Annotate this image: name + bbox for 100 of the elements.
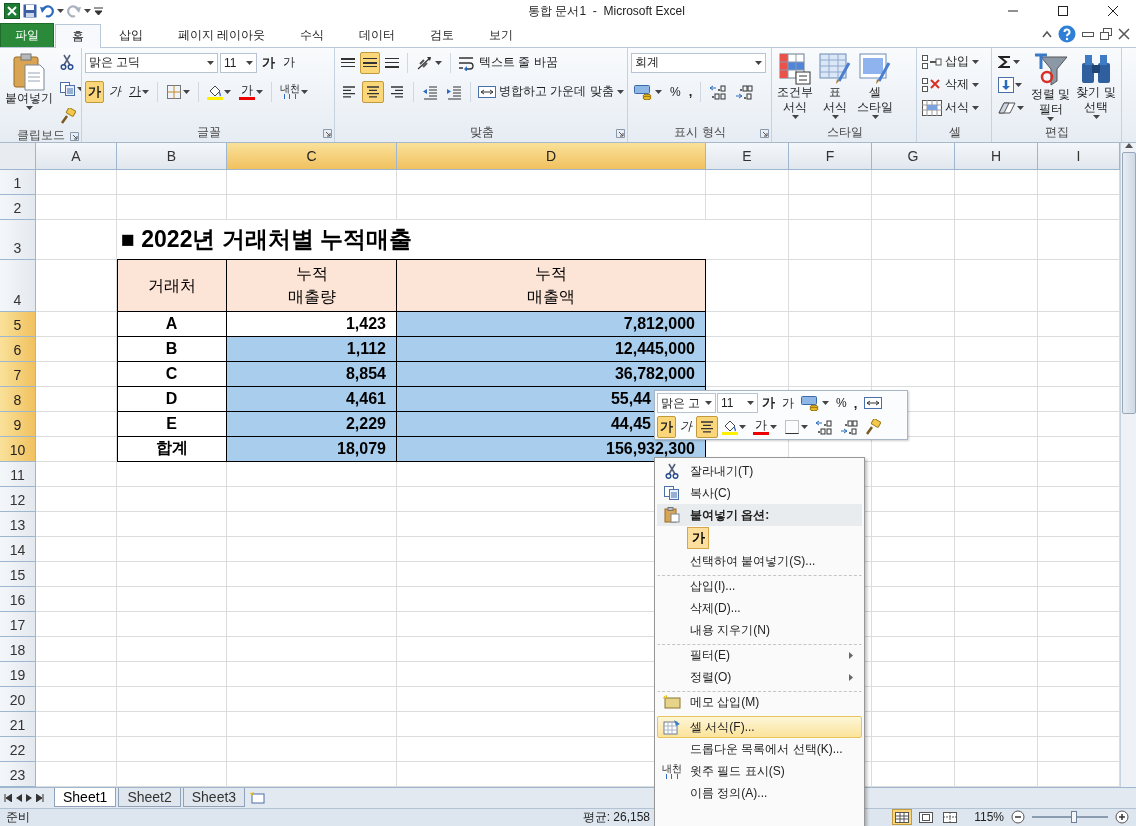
grid-cell[interactable] [706, 219, 789, 260]
menu-item[interactable]: 셀 서식(F)... [657, 716, 862, 738]
sheet-tab[interactable]: Sheet2 [118, 788, 181, 808]
row-header[interactable]: 17 [0, 611, 36, 637]
grid-cell[interactable] [706, 169, 789, 195]
view-button[interactable] [892, 809, 913, 825]
grid-cell[interactable] [36, 219, 117, 260]
zoom-in-button[interactable] [1112, 809, 1132, 825]
column-header[interactable]: B [117, 142, 227, 170]
grid-cell[interactable] [117, 461, 227, 487]
grow-font-button[interactable]: 가 [259, 51, 278, 74]
sheet-tab[interactable]: Sheet1 [54, 788, 117, 808]
row-header[interactable]: 2 [0, 194, 36, 220]
grid-cell[interactable] [117, 636, 227, 662]
grid-cell[interactable] [789, 169, 872, 195]
grid-cell[interactable] [872, 194, 955, 220]
table-cell[interactable]: 36,782,000 [397, 361, 706, 387]
conditional-format-button[interactable]: 조건부 서식 [775, 50, 815, 124]
row-header[interactable]: 14 [0, 536, 36, 562]
table-cell[interactable]: 18,079 [227, 436, 397, 462]
grid-cell[interactable] [955, 586, 1038, 612]
align-center-button[interactable] [362, 80, 384, 103]
row-header[interactable]: 11 [0, 461, 36, 487]
table-cell[interactable]: 7,812,000 [397, 311, 706, 337]
grid-cell[interactable] [36, 361, 117, 387]
grid-cell[interactable] [397, 169, 706, 195]
grid-cell[interactable] [36, 169, 117, 195]
shrink-font-button[interactable]: 가 [779, 392, 797, 415]
italic-button[interactable]: 가 [677, 415, 695, 438]
zoom-out-button[interactable] [1008, 809, 1028, 825]
grid-cell[interactable] [789, 336, 872, 362]
font-size-field[interactable]: 11 [220, 52, 257, 73]
grid-cell[interactable] [36, 461, 117, 487]
grid-cell[interactable] [955, 686, 1038, 712]
grid-cell[interactable] [117, 486, 227, 512]
grid-cell[interactable] [117, 511, 227, 537]
grid-cell[interactable] [706, 311, 789, 337]
row-header[interactable]: 3 [0, 219, 36, 260]
font-size-field[interactable]: 11 [717, 393, 758, 414]
grid-cell[interactable] [36, 761, 117, 787]
grid-cell[interactable] [872, 736, 955, 762]
row-header[interactable]: 18 [0, 636, 36, 662]
grid-cell[interactable] [955, 736, 1038, 762]
table-cell[interactable]: 8,854 [227, 361, 397, 387]
grid-cell[interactable] [872, 259, 955, 312]
grid-cell[interactable] [397, 194, 706, 220]
grid-cell[interactable] [36, 336, 117, 362]
grid-cell[interactable] [36, 511, 117, 537]
merge-center-button[interactable]: 병합하고 가운데 맞춤 [476, 80, 626, 103]
format-button[interactable]: 서식 [920, 96, 981, 119]
grid-cell[interactable] [36, 611, 117, 637]
grid-cell[interactable] [36, 586, 117, 612]
grid-cell[interactable] [872, 636, 955, 662]
font-color-button[interactable]: 가 [750, 415, 780, 438]
grid-cell[interactable] [227, 561, 397, 587]
table-cell[interactable]: 2,229 [227, 411, 397, 437]
row-header[interactable]: 7 [0, 361, 36, 387]
ribbon-tab[interactable]: 검토 [413, 22, 472, 47]
grid-cell[interactable] [227, 194, 397, 220]
grid-cell[interactable] [872, 711, 955, 737]
grid-cell[interactable] [36, 636, 117, 662]
format-table-button[interactable]: 표 서식 [817, 50, 853, 124]
grid-cell[interactable] [117, 586, 227, 612]
grid-cell[interactable] [955, 611, 1038, 637]
grid-cell[interactable] [789, 259, 872, 312]
wrap-text-button[interactable]: 텍스트 줄 바꿈 [456, 51, 560, 74]
menu-item[interactable]: 내용 지우기(N) [657, 619, 862, 641]
grid-cell[interactable] [36, 311, 117, 337]
cell-styles-button[interactable]: 셀 스타일 [855, 50, 895, 124]
grid-cell[interactable] [872, 661, 955, 687]
column-header[interactable]: A [36, 142, 117, 170]
grid-cell[interactable] [955, 661, 1038, 687]
grid-cell[interactable] [872, 761, 955, 787]
italic-button[interactable]: 가 [106, 80, 124, 103]
grid-cell[interactable] [117, 736, 227, 762]
row-header[interactable]: 5 [0, 311, 36, 337]
column-header[interactable]: C [227, 142, 397, 170]
grid-cell[interactable] [36, 386, 117, 412]
table-cell[interactable]: 4,461 [227, 386, 397, 412]
grid-cell[interactable] [872, 561, 955, 587]
grid-cell[interactable] [872, 336, 955, 362]
grid-cell[interactable] [36, 536, 117, 562]
sheet-tab[interactable]: Sheet3 [182, 788, 246, 808]
grid-cell[interactable] [955, 311, 1038, 337]
bold-button[interactable]: 가 [657, 415, 676, 438]
grid-cell[interactable] [36, 561, 117, 587]
grid-cell[interactable] [36, 436, 117, 462]
percent-button[interactable]: % [667, 80, 684, 103]
font-color-button[interactable]: 가 [236, 80, 266, 103]
ribbon-tab[interactable]: 보기 [472, 22, 531, 47]
grid-cell[interactable] [117, 761, 227, 787]
ribbon-tab[interactable]: 삽입 [102, 22, 160, 47]
menu-item[interactable]: 삭제(D)... [657, 597, 862, 619]
grid-cell[interactable] [872, 586, 955, 612]
menu-item[interactable]: 내천 윗주 필드 표시(S) [657, 760, 862, 782]
row-header[interactable]: 1 [0, 169, 36, 195]
comma-button[interactable]: , [850, 392, 861, 415]
menu-item[interactable]: 삽입(I)... [657, 575, 862, 597]
menu-item[interactable]: 정렬(O) [657, 666, 862, 688]
grid-cell[interactable] [872, 511, 955, 537]
